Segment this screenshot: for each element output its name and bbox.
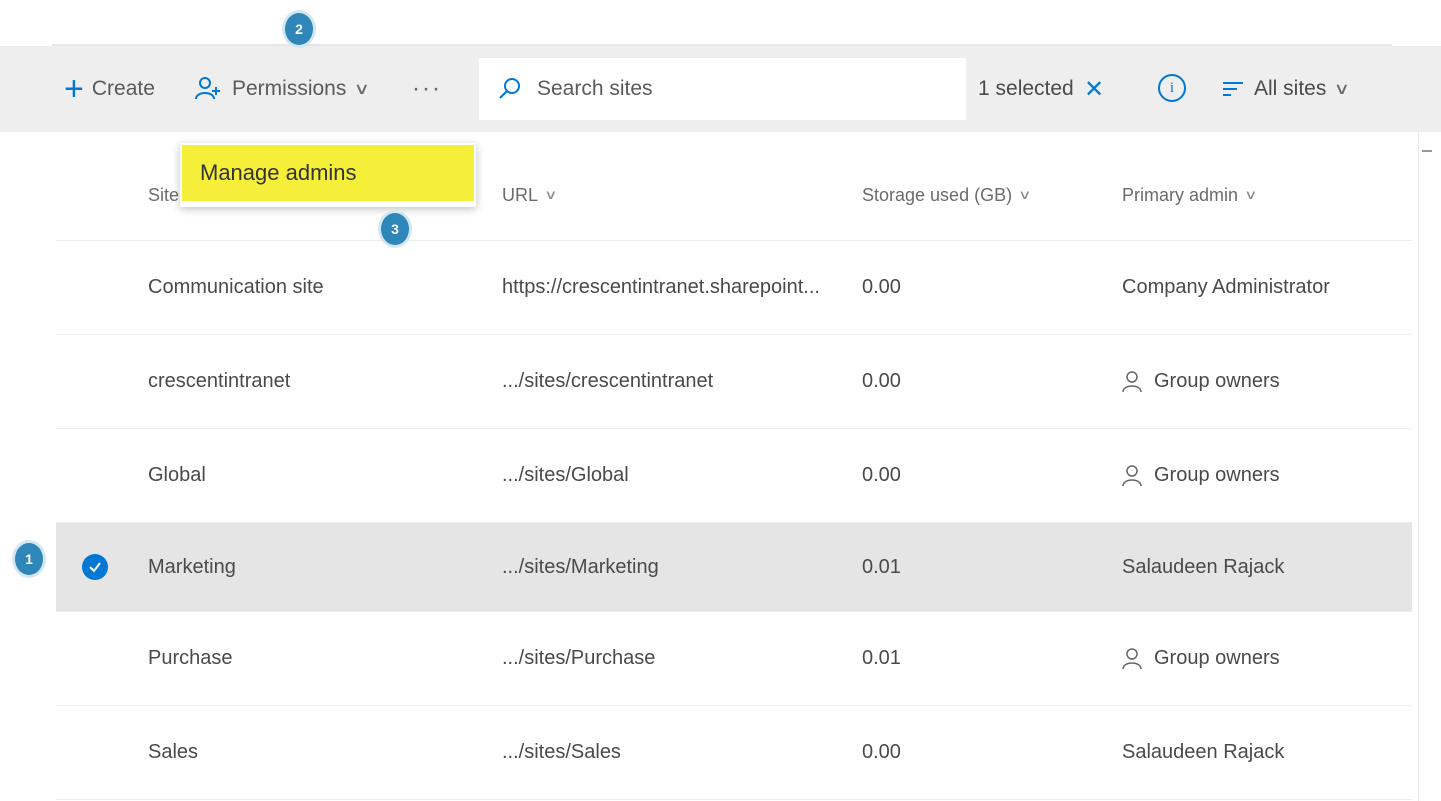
admin-name: Group owners [1154, 370, 1280, 392]
chevron-down-icon: ∨ [1334, 81, 1351, 98]
site-name-cell: Global [148, 464, 206, 486]
chevron-down-icon: ∨ [544, 187, 558, 202]
person-icon [1122, 647, 1142, 669]
command-bar: + Create Permissions ∨ ··· 1 selected ✕ [0, 46, 1441, 132]
primary-admin-cell: Salaudeen Rajack [1122, 523, 1284, 611]
site-name-cell: Purchase [148, 647, 233, 669]
storage-cell: 0.01 [862, 555, 901, 578]
site-name-cell: Sales [148, 741, 199, 763]
permissions-label: Permissions [232, 77, 347, 100]
chevron-down-icon: ∨ [354, 81, 371, 98]
chevron-down-icon: ∨ [1018, 187, 1032, 202]
table-row[interactable]: Communication site https://crescentintra… [56, 241, 1412, 335]
person-icon [1122, 370, 1142, 392]
url-cell: .../sites/Marketing [502, 555, 659, 578]
close-icon: ✕ [1084, 75, 1105, 103]
column-header-primary-admin[interactable]: Primary admin ∨ [1122, 150, 1258, 240]
step-badge-1: 1 [12, 540, 46, 578]
clear-selection-button[interactable]: ✕ [1084, 46, 1104, 132]
permissions-menu: Manage admins [180, 143, 476, 207]
admin-name: Group owners [1154, 464, 1280, 486]
storage-cell: 0.01 [862, 647, 901, 669]
sites-table: Site name ↑ URL ∨ Storage used (GB) ∨ Pr… [56, 150, 1412, 800]
create-label: Create [91, 77, 155, 100]
column-header-label: URL [502, 184, 539, 205]
admin-name: Salaudeen Rajack [1122, 741, 1285, 763]
more-icon: ··· [412, 75, 442, 102]
menu-item-label: Manage admins [200, 160, 357, 185]
step-badge-3: 3 [378, 210, 412, 248]
scrollbar-thumb[interactable] [1422, 150, 1432, 152]
view-selector[interactable]: All sites ∨ [1222, 46, 1351, 132]
url-cell: .../sites/Global [502, 464, 629, 486]
info-button[interactable]: i [1158, 74, 1186, 102]
url-cell: https://crescentintranet.sharepoint... [502, 276, 820, 298]
table-row-selected[interactable]: Marketing .../sites/Marketing 0.01 Salau… [56, 523, 1412, 612]
scrollbar-track[interactable] [1418, 132, 1419, 801]
chevron-down-icon: ∨ [1244, 187, 1258, 202]
primary-admin-cell: Group owners [1122, 335, 1280, 428]
filter-icon [1223, 82, 1243, 96]
primary-admin-cell: Group owners [1122, 612, 1280, 705]
table-row[interactable]: Sales .../sites/Sales 0.00 Salaudeen Raj… [56, 706, 1412, 800]
more-options-button[interactable]: ··· [412, 46, 442, 132]
person-icon [1122, 464, 1142, 486]
table-row[interactable]: Global .../sites/Global 0.00 Group owner… [56, 429, 1412, 523]
search-box[interactable] [479, 58, 966, 120]
column-header-label: Storage used (GB) [862, 184, 1013, 205]
selection-count: 1 selected [978, 77, 1074, 100]
admin-name: Company Administrator [1122, 276, 1330, 298]
storage-cell: 0.00 [862, 741, 901, 763]
storage-cell: 0.00 [862, 370, 901, 392]
storage-cell: 0.00 [862, 276, 901, 298]
admin-name: Group owners [1154, 647, 1280, 669]
admin-name: Salaudeen Rajack [1122, 555, 1285, 578]
site-name-cell: Communication site [148, 276, 324, 298]
permissions-icon [195, 77, 220, 100]
page: + Create Permissions ∨ ··· 1 selected ✕ [0, 0, 1441, 801]
info-icon: i [1169, 79, 1175, 96]
site-name-cell: Marketing [148, 555, 236, 578]
plus-icon: + [64, 70, 84, 108]
view-label: All sites [1254, 77, 1327, 100]
search-icon [499, 78, 520, 99]
primary-admin-cell: Salaudeen Rajack [1122, 706, 1284, 799]
storage-cell: 0.00 [862, 464, 901, 486]
step-badge-2: 2 [282, 10, 316, 48]
table-row[interactable]: crescentintranet .../sites/crescentintra… [56, 335, 1412, 429]
menu-item-manage-admins[interactable]: Manage admins [182, 145, 474, 201]
search-input[interactable] [535, 76, 939, 102]
permissions-button[interactable]: Permissions ∨ [194, 46, 371, 132]
url-cell: .../sites/Purchase [502, 647, 656, 669]
create-button[interactable]: + Create [64, 46, 155, 132]
site-name-cell: crescentintranet [148, 370, 291, 392]
url-cell: .../sites/Sales [502, 741, 621, 763]
checkmark-icon [89, 562, 101, 573]
primary-admin-cell: Group owners [1122, 429, 1280, 522]
column-header-storage[interactable]: Storage used (GB) ∨ [862, 150, 1032, 240]
column-header-url[interactable]: URL ∨ [502, 150, 558, 240]
column-header-label: Primary admin [1122, 184, 1239, 205]
row-checkbox[interactable] [82, 554, 108, 580]
primary-admin-cell: Company Administrator [1122, 241, 1330, 334]
url-cell: .../sites/crescentintranet [502, 370, 714, 392]
table-row[interactable]: Purchase .../sites/Purchase 0.01 Group o… [56, 612, 1412, 706]
